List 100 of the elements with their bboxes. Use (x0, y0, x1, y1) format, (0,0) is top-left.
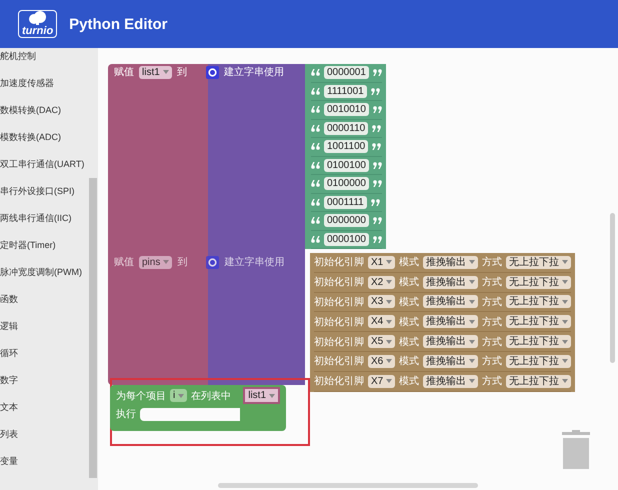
block-label: 方式 (482, 276, 502, 290)
pin-dropdown[interactable]: X5 (368, 335, 396, 348)
text-block[interactable]: 0000001 (311, 64, 382, 82)
open-quote-icon (311, 162, 320, 169)
pin-dropdown[interactable]: X6 (368, 354, 396, 368)
pin-dropdown[interactable]: X2 (368, 276, 396, 289)
text-block[interactable]: 1001100 (311, 138, 382, 156)
text-field[interactable]: 0001111 (324, 196, 367, 209)
text-field[interactable]: 0000000 (324, 214, 369, 228)
pin-init-block[interactable]: 初始化引脚 X3 模式 推挽输出 方式 无上拉下拉 (314, 292, 572, 312)
open-quote-icon (311, 236, 320, 243)
text-block[interactable]: 0010010 (311, 101, 382, 120)
category-item[interactable]: 舵机控制 (0, 48, 88, 64)
open-quote-icon (311, 88, 320, 95)
pin-init-block[interactable]: 初始化引脚 X5 模式 推挽输出 方式 无上拉下拉 (314, 332, 572, 352)
block-label: 初始化引脚 (314, 336, 364, 349)
category-item[interactable]: 数字 (0, 372, 88, 388)
mode-dropdown[interactable]: 推挽输出 (423, 276, 478, 289)
close-quote-icon (370, 198, 380, 206)
block-label: 模式 (399, 256, 420, 270)
text-block[interactable]: 0000110 (311, 120, 382, 138)
category-item[interactable]: 模数转换(ADC) (0, 129, 88, 145)
text-block[interactable]: 1111001 (311, 82, 382, 101)
text-block[interactable]: 0000100 (311, 230, 382, 249)
close-quote-icon (370, 88, 380, 95)
open-quote-icon (311, 106, 320, 114)
close-quote-icon (372, 162, 382, 169)
variable-dropdown[interactable]: pins (139, 256, 172, 268)
logo: turnio (18, 10, 58, 38)
pull-dropdown[interactable]: 无上拉下拉 (506, 295, 572, 308)
text-block[interactable]: 0001111 (311, 194, 382, 212)
pull-dropdown[interactable]: 无上拉下拉 (506, 315, 572, 328)
category-item[interactable]: 两线串行通信(IIC) (0, 210, 88, 226)
mode-dropdown[interactable]: 推挽输出 (423, 374, 478, 388)
text-field[interactable]: 0000100 (324, 232, 369, 246)
block-label: 赋值 (114, 256, 134, 269)
category-item[interactable]: 列表 (0, 426, 88, 442)
block-label: 建立字串使用 (224, 256, 284, 269)
category-item[interactable]: 串行外设接口(SPI) (0, 183, 88, 199)
category-item[interactable]: 变量 (0, 453, 88, 469)
pin-dropdown[interactable]: X7 (368, 374, 396, 388)
category-item[interactable]: 数模转换(DAC) (0, 102, 88, 118)
pull-dropdown[interactable]: 无上拉下拉 (506, 256, 572, 269)
gear-icon[interactable] (206, 256, 220, 268)
pin-init-block[interactable]: 初始化引脚 X1 模式 推挽输出 方式 无上拉下拉 (314, 253, 572, 273)
text-field[interactable]: 0100000 (324, 177, 369, 190)
text-field[interactable]: 0000110 (324, 122, 368, 135)
for-each-block[interactable]: 为每个项目 i 在列表中 list1 执行 (110, 385, 286, 431)
block-label: 初始化引脚 (314, 374, 364, 388)
text-block[interactable]: 0000000 (311, 212, 382, 230)
text-block[interactable]: 0100100 (311, 156, 382, 175)
category-item[interactable]: 脉冲宽度调制(PWM) (0, 264, 88, 280)
block-label: 模式 (399, 336, 420, 349)
block-label: 模式 (399, 276, 420, 290)
mode-dropdown[interactable]: 推挽输出 (423, 295, 478, 308)
text-field[interactable]: 0100100 (324, 158, 369, 172)
pull-dropdown[interactable]: 无上拉下拉 (506, 335, 572, 348)
pin-dropdown[interactable]: X4 (368, 315, 396, 328)
close-quote-icon (372, 106, 382, 114)
text-block[interactable]: 0100000 (311, 175, 382, 194)
pull-dropdown[interactable]: 无上拉下拉 (506, 374, 572, 388)
mode-dropdown[interactable]: 推挽输出 (423, 315, 478, 328)
variable-dropdown[interactable]: i (170, 389, 188, 402)
variable-dropdown[interactable]: list1 (139, 66, 172, 78)
pin-init-block[interactable]: 初始化引脚 X4 模式 推挽输出 方式 无上拉下拉 (314, 312, 572, 332)
mode-dropdown[interactable]: 推挽输出 (423, 335, 478, 348)
pull-dropdown[interactable]: 无上拉下拉 (506, 276, 572, 289)
trash-icon[interactable] (560, 430, 592, 470)
block-label: 模式 (399, 296, 420, 309)
text-field[interactable]: 1001100 (324, 140, 368, 154)
category-item[interactable]: 定时器(Timer) (0, 237, 88, 253)
block-label: 建立字串使用 (224, 66, 284, 79)
block-label: 在列表中 (191, 390, 232, 402)
scrollbar[interactable] (88, 48, 98, 490)
category-item[interactable]: 函数 (0, 291, 88, 307)
close-quote-icon (372, 143, 382, 150)
block-label: 初始化引脚 (314, 354, 364, 368)
text-field[interactable]: 0010010 (324, 103, 369, 116)
category-item[interactable]: 逻辑 (0, 318, 88, 334)
category-item[interactable]: 双工串行通信(UART) (0, 156, 88, 172)
text-field[interactable]: 0000001 (324, 66, 369, 80)
mode-dropdown[interactable]: 推挽输出 (423, 256, 478, 269)
text-field[interactable]: 1111001 (324, 84, 367, 98)
open-quote-icon (311, 198, 320, 206)
block-label: 到 (176, 66, 187, 79)
list-variable-block[interactable]: list1 (243, 387, 280, 404)
block-label: 方式 (482, 374, 502, 388)
block-label: 初始化引脚 (314, 316, 364, 329)
mode-dropdown[interactable]: 推挽输出 (423, 354, 478, 368)
pull-dropdown[interactable]: 无上拉下拉 (506, 354, 572, 368)
open-quote-icon (311, 69, 320, 76)
pin-dropdown[interactable]: X1 (368, 256, 396, 269)
scrollbar[interactable] (218, 483, 478, 488)
pin-dropdown[interactable]: X3 (368, 295, 396, 308)
block-label: 初始化引脚 (314, 276, 364, 290)
category-item[interactable]: 循环 (0, 345, 88, 361)
block-label: 方式 (482, 296, 502, 309)
category-item[interactable]: 文本 (0, 399, 88, 415)
category-item[interactable]: 加速度传感器 (0, 75, 88, 91)
scrollbar[interactable] (610, 213, 615, 363)
